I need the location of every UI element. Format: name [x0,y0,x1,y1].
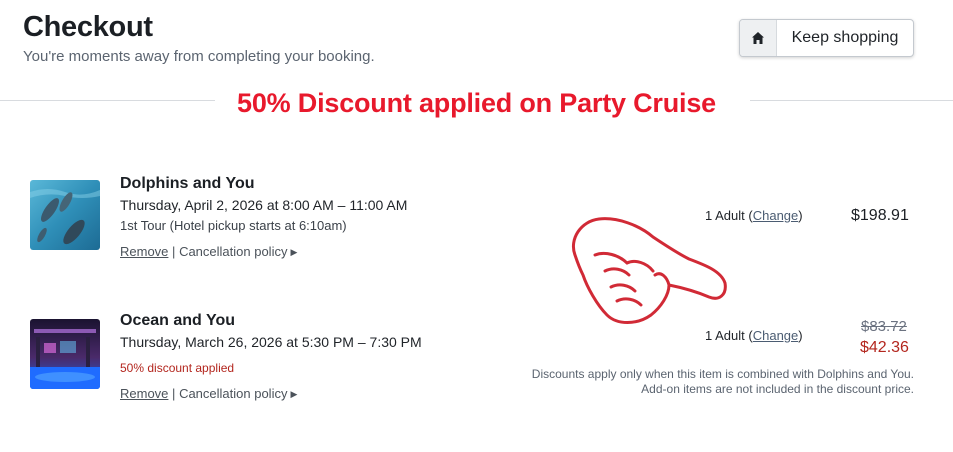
discount-banner: 50% Discount applied on Party Cruise [0,88,953,119]
item-name: Dolphins and You [120,175,255,192]
ocean-cruise-image [30,319,100,389]
keep-shopping-button[interactable]: Keep shopping [739,19,914,57]
home-icon-box [740,20,777,56]
keep-shopping-label: Keep shopping [791,29,899,46]
triangle-right-icon: ▶ [290,247,298,257]
discount-disclaimer-line: Add-on items are not included in the dis… [641,382,914,396]
original-price: $83.72 [861,318,907,335]
home-icon [752,32,764,44]
discount-disclaimer: Discounts apply only when this item is c… [532,367,914,397]
page-title: Checkout [23,11,153,43]
item-note: 1st Tour (Hotel pickup starts at 6:10am) [120,218,347,233]
pointing-hand-icon [572,217,727,324]
page-subtitle: You're moments away from completing your… [23,48,375,65]
change-quantity-link[interactable]: Change [753,328,799,343]
item-price: $198.91 [851,207,909,224]
remove-link[interactable]: Remove [120,386,168,401]
change-quantity-link[interactable]: Change [753,208,799,223]
cancellation-policy-link[interactable]: Cancellation policy [179,244,287,259]
remove-link[interactable]: Remove [120,244,168,259]
discounted-price: $42.36 [860,339,909,356]
item-date: Thursday, March 26, 2026 at 5:30 PM – 7:… [120,334,422,350]
dolphins-tour-image [30,180,100,250]
quantity-label: 1 Adult [705,328,745,343]
link-separator: | [172,386,176,401]
item-date: Thursday, April 2, 2026 at 8:00 AM – 11:… [120,197,408,213]
discount-disclaimer-line: Discounts apply only when this item is c… [531,367,914,381]
link-separator: | [172,244,176,259]
item-links: Remove | Cancellation policy ▶ [120,386,297,401]
item-quantity: 1 Adult (Change) [705,328,803,343]
item-links: Remove | Cancellation policy ▶ [120,244,297,259]
item-name: Ocean and You [120,312,235,329]
item-discount-note: 50% discount applied [120,361,235,375]
discount-banner-text: 50% Discount applied on Party Cruise [231,88,722,118]
triangle-right-icon: ▶ [290,389,298,399]
cancellation-policy-link[interactable]: Cancellation policy [179,386,287,401]
